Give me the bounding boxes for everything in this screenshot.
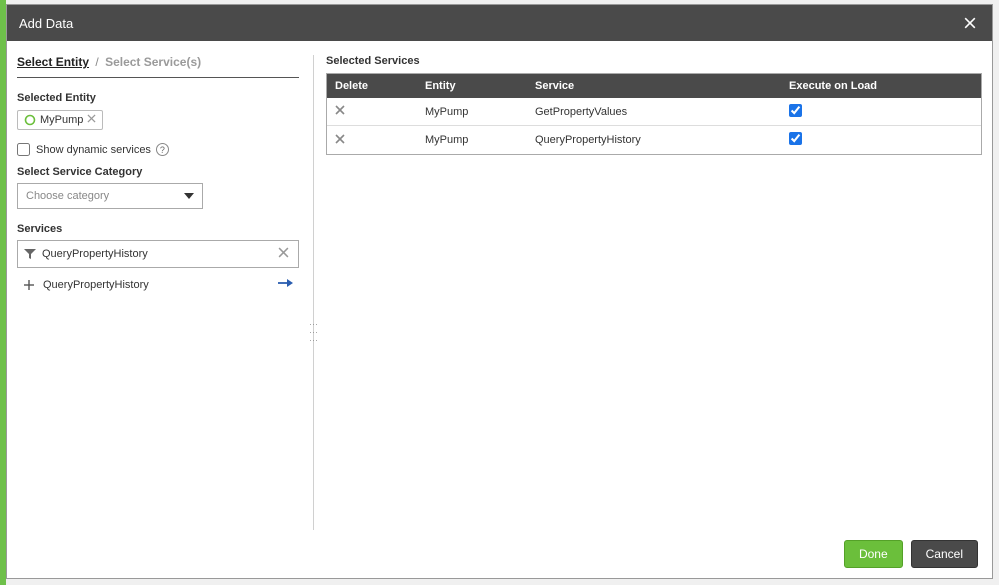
grid-header: Delete Entity Service Execute on Load <box>327 74 981 98</box>
left-pane: Select Entity / Select Service(s) Select… <box>17 55 307 530</box>
show-dynamic-row: Show dynamic services ? <box>17 143 299 156</box>
category-label: Select Service Category <box>17 166 299 178</box>
row-entity: MyPump <box>417 134 527 146</box>
services-filter-input[interactable] <box>42 248 278 260</box>
row-execute-checkbox[interactable] <box>789 132 802 145</box>
x-icon <box>335 105 345 115</box>
add-icon <box>23 279 35 291</box>
dialog-title: Add Data <box>19 16 960 31</box>
dialog-body: Select Entity / Select Service(s) Select… <box>7 41 992 530</box>
col-header-delete: Delete <box>327 80 417 92</box>
close-button[interactable] <box>960 13 980 33</box>
row-entity: MyPump <box>417 106 527 118</box>
show-dynamic-checkbox[interactable] <box>17 143 30 156</box>
row-delete-button[interactable] <box>335 106 345 118</box>
grid-row: MyPump QueryPropertyHistory <box>327 126 981 154</box>
cancel-button[interactable]: Cancel <box>911 540 978 568</box>
wizard-steps: Select Entity / Select Service(s) <box>17 55 299 78</box>
arrow-right-icon <box>277 278 293 288</box>
category-select[interactable]: Choose category <box>17 183 203 209</box>
selected-services-title: Selected Services <box>326 55 982 67</box>
entity-chip-label: MyPump <box>40 114 83 126</box>
service-list-item[interactable]: QueryPropertyHistory <box>17 268 299 301</box>
col-header-entity: Entity <box>417 80 527 92</box>
thing-icon <box>24 114 36 126</box>
selected-services-grid: Delete Entity Service Execute on Load My… <box>326 73 982 155</box>
services-filter-clear[interactable] <box>278 245 292 263</box>
filter-icon <box>24 248 36 260</box>
entity-chip[interactable]: MyPump <box>17 110 103 130</box>
right-pane: Selected Services Delete Entity Service … <box>320 55 982 530</box>
selected-entity-label: Selected Entity <box>17 92 299 104</box>
category-placeholder: Choose category <box>26 190 109 202</box>
wizard-step-select-entity[interactable]: Select Entity <box>17 55 89 69</box>
x-icon <box>87 114 96 123</box>
show-dynamic-label: Show dynamic services <box>36 144 151 156</box>
services-label: Services <box>17 223 299 235</box>
add-data-dialog: Add Data Select Entity / Select Service(… <box>6 4 993 579</box>
x-icon <box>335 134 345 144</box>
col-header-service: Service <box>527 80 781 92</box>
row-execute-checkbox[interactable] <box>789 104 802 117</box>
close-icon <box>962 15 978 31</box>
service-item-add-button[interactable] <box>277 278 293 291</box>
row-service: QueryPropertyHistory <box>527 134 781 146</box>
chevron-down-icon <box>184 191 194 201</box>
pane-divider[interactable] <box>313 55 314 530</box>
x-icon <box>278 247 289 258</box>
wizard-separator: / <box>95 55 98 69</box>
drag-handle-icon <box>309 320 318 344</box>
grid-row: MyPump GetPropertyValues <box>327 98 981 126</box>
done-button[interactable]: Done <box>844 540 903 568</box>
col-header-execute: Execute on Load <box>781 80 981 92</box>
service-item-label: QueryPropertyHistory <box>43 279 277 291</box>
wizard-step-select-services[interactable]: Select Service(s) <box>105 55 201 69</box>
dialog-footer: Done Cancel <box>7 530 992 578</box>
help-icon[interactable]: ? <box>156 143 169 156</box>
entity-chip-remove[interactable] <box>87 114 96 126</box>
services-filter <box>17 240 299 268</box>
row-service: GetPropertyValues <box>527 106 781 118</box>
dialog-header: Add Data <box>7 5 992 41</box>
row-delete-button[interactable] <box>335 135 345 147</box>
